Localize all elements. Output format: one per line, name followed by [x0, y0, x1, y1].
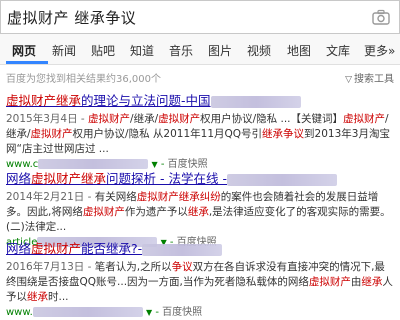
highlighted-keyword: 继承 — [361, 276, 383, 288]
tab-images[interactable]: 图片 — [208, 42, 232, 59]
highlighted-keyword: 虚拟财产 — [88, 113, 131, 125]
tab-wenku[interactable]: 文库 — [326, 42, 350, 59]
redacted-site-name — [142, 243, 223, 256]
camera-icon[interactable] — [372, 9, 390, 25]
result-title-link[interactable]: 网络虚拟财产继承问题探析 - 法学在线 - — [6, 170, 394, 188]
filter-icon: ▽ — [345, 75, 352, 85]
highlighted-keyword: 虚拟财产 — [343, 113, 386, 125]
highlighted-keyword: 虚拟财产 — [158, 113, 201, 125]
highlighted-keyword: 继承 — [187, 206, 209, 218]
result-snippet: 2014年2月21日 - 有关网络虚拟财产继承纠纷的案件也会随着社会的发展日益增… — [6, 190, 394, 235]
tab-video[interactable]: 视频 — [247, 42, 271, 59]
search-result: 网络虚拟财产继承问题探析 - 法学在线 - 2014年2月21日 - 有关网络虚… — [6, 170, 394, 250]
highlighted-keyword: 虚拟财产 — [308, 276, 351, 288]
snippet-text: 有关网络 — [94, 191, 137, 203]
redacted-url — [38, 159, 149, 169]
redacted-url — [32, 307, 143, 317]
highlighted-keyword: 虚拟财产 — [30, 128, 73, 140]
tab-news[interactable]: 新闻 — [52, 42, 76, 59]
snippet-text: 笔者认为,之所以 — [94, 261, 172, 273]
search-tabs: 网页 新闻 贴吧 知道 音乐 图片 视频 地图 文库 更多» — [0, 34, 400, 65]
dropdown-arrow-icon[interactable]: ▼ — [146, 308, 152, 317]
snippet-text: 由 — [350, 276, 362, 288]
highlighted-keyword: 争议 — [171, 261, 193, 273]
result-date: 2014年2月21日 - — [6, 191, 95, 203]
redacted-site-name — [226, 173, 337, 186]
tab-more[interactable]: 更多» — [364, 42, 395, 59]
search-input[interactable]: 虚拟财产 继承争议 — [7, 7, 136, 28]
tab-tieba[interactable]: 贴吧 — [91, 42, 115, 59]
search-bar[interactable]: 虚拟财产 继承争议 — [0, 0, 400, 34]
highlighted-keyword: 虚拟财产 — [82, 206, 125, 218]
snippet-text: 盘QQ账号...因为一方面,当作为死者隐私载体的网络 — [69, 276, 309, 288]
result-date: 2015年3月4日 - — [6, 113, 89, 125]
result-title-link[interactable]: 虚拟财产继承的理论与立法问题-中国 — [6, 92, 394, 110]
result-url[interactable]: www. ▼ - 百度快照 — [6, 306, 394, 320]
result-snippet: 2016年7月13日 - 笔者认为,之所以争议双方在各自诉求没有直接冲突的情况下… — [6, 260, 394, 305]
snapshot-link[interactable]: 百度快照 — [162, 307, 202, 318]
search-tools[interactable]: ▽ 搜索工具 — [345, 70, 394, 85]
highlighted-keyword: 虚拟财产继承纠纷 — [136, 191, 221, 203]
redacted-site-name — [210, 95, 301, 108]
result-title-link[interactable]: 网络虚拟财产能否继承?- — [6, 240, 394, 258]
snippet-text: 权用户协议/隐私 ...【关键词】 — [200, 113, 344, 125]
tab-map[interactable]: 地图 — [287, 42, 311, 59]
result-date: 2016年7月13日 - — [6, 261, 95, 273]
search-result: 网络虚拟财产能否继承?- 2016年7月13日 - 笔者认为,之所以争议双方在各… — [6, 240, 394, 320]
dropdown-arrow-icon[interactable]: ▼ — [151, 160, 157, 169]
snippet-text: /继承/ — [130, 113, 159, 125]
result-snippet: 2015年3月4日 - 虚拟财产/继承/虚拟财产权用户协议/隐私 ...【关键词… — [6, 112, 394, 157]
snippet-text: 权用户协议/隐私 从2011年11月QQ号引 — [72, 128, 263, 140]
highlighted-keyword: 继承争议 — [262, 128, 305, 140]
tab-zhidao[interactable]: 知道 — [130, 42, 154, 59]
active-tab-indicator — [6, 61, 48, 64]
search-result: 虚拟财产继承的理论与立法问题-中国 2015年3月4日 - 虚拟财产/继承/虚拟… — [6, 92, 394, 172]
snippet-text: 时... — [48, 291, 69, 303]
result-count: 百度为您找到相关结果约36,000个 — [6, 74, 161, 85]
highlighted-keyword: 继承 — [27, 291, 48, 303]
tab-music[interactable]: 音乐 — [169, 42, 193, 59]
snapshot-link[interactable]: 百度快照 — [168, 159, 208, 170]
snippet-text: 作为遗产予以 — [124, 206, 188, 218]
tab-web[interactable]: 网页 — [12, 42, 36, 59]
